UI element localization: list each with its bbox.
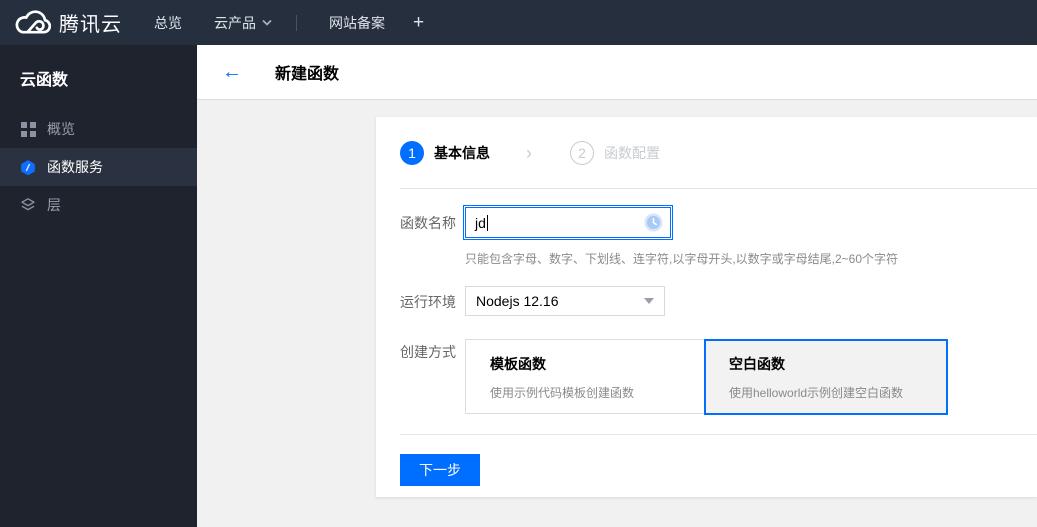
sidebar-title: 云函数	[20, 72, 69, 89]
page-title: 新建函数	[275, 66, 340, 83]
select-caret-icon	[644, 298, 654, 304]
method-description: 使用示例代码模板创建函数	[490, 386, 635, 400]
step-number-badge: 1	[400, 140, 424, 165]
step-label: 函数配置	[604, 144, 660, 161]
function-service-hexagon-icon	[20, 159, 36, 175]
step-number-badge: 2	[570, 140, 594, 165]
creation-method-options: 模板函数 使用示例代码模板创建函数 空白函数 使用helloworld示例创建空…	[465, 339, 948, 415]
method-title: 空白函数	[729, 356, 785, 372]
step-chevron-icon: ›	[526, 142, 532, 163]
function-name-label: 函数名称	[400, 215, 456, 231]
main-area: 1 基本信息 › 2 函数配置 函数名称 jd 只能包含字母、数字、下划线、连字…	[197, 100, 1037, 527]
function-name-input[interactable]: jd	[463, 205, 673, 240]
sidebar-item-label: 函数服务	[47, 159, 103, 175]
nav-item-cloud-products[interactable]: 云产品	[214, 13, 272, 33]
sidebar-item-overview[interactable]: 概览	[0, 110, 197, 148]
tencent-cloud-logo-icon	[14, 9, 51, 36]
method-card-blank-function[interactable]: 空白函数 使用helloworld示例创建空白函数	[704, 339, 948, 415]
card-footer: 下一步	[376, 435, 1037, 486]
step-function-config: 2 函数配置	[570, 140, 660, 165]
runtime-select[interactable]: Nodejs 12.16	[465, 286, 665, 316]
next-step-button[interactable]: 下一步	[400, 454, 480, 486]
step-basic-info: 1 基本信息	[400, 140, 490, 165]
step-label: 基本信息	[434, 144, 490, 161]
method-title: 模板函数	[490, 356, 546, 372]
content-header: ← 新建函数	[197, 45, 1037, 100]
nav-item-overview[interactable]: 总览	[154, 13, 182, 33]
sidebar-item-function-service[interactable]: 函数服务	[0, 148, 197, 186]
sidebar-item-label: 层	[47, 197, 61, 213]
step-wizard: 1 基本信息 › 2 函数配置	[376, 117, 1037, 188]
creation-method-label: 创建方式	[400, 344, 456, 360]
create-function-card: 1 基本信息 › 2 函数配置 函数名称 jd 只能包含字母、数字、下划线、连字…	[376, 117, 1037, 497]
method-description: 使用helloworld示例创建空白函数	[729, 386, 904, 400]
chevron-down-icon	[262, 19, 272, 26]
text-cursor	[486, 214, 488, 231]
sidebar-item-layers[interactable]: 层	[0, 186, 197, 224]
back-button[interactable]: ←	[222, 62, 242, 82]
runtime-selected-value: Nodejs 12.16	[476, 293, 559, 309]
function-name-hint: 只能包含字母、数字、下划线、连字符,以字母开头,以数字或字母结尾,2~60个字符	[465, 252, 899, 266]
basic-info-form: 函数名称 jd 只能包含字母、数字、下划线、连字符,以字母开头,以数字或字母结尾…	[376, 189, 1037, 415]
sidebar: 云函数 概览 函数服务 层	[0, 45, 197, 527]
method-card-template-function[interactable]: 模板函数 使用示例代码模板创建函数	[465, 339, 705, 414]
function-name-row: 函数名称 jd	[400, 205, 1037, 240]
runtime-label: 运行环境	[400, 294, 456, 310]
layers-icon	[20, 197, 36, 213]
function-name-value: jd	[475, 214, 486, 231]
creation-method-row: 创建方式 模板函数 使用示例代码模板创建函数 空白函数 使用helloworld…	[400, 339, 1037, 415]
sidebar-item-label: 概览	[47, 121, 75, 137]
runtime-row: 运行环境 Nodejs 12.16	[400, 286, 1037, 318]
nav-divider	[296, 14, 297, 31]
tencent-cloud-brand[interactable]: 腾讯云	[14, 8, 122, 37]
nav-item-cloud-products-label: 云产品	[214, 14, 256, 31]
add-console-tab-button[interactable]: +	[413, 12, 424, 34]
overview-grid-icon	[20, 121, 36, 137]
brand-name: 腾讯云	[59, 14, 122, 36]
top-nav-bar: 腾讯云 总览 云产品 网站备案 +	[0, 0, 1037, 45]
nav-item-icp-filing[interactable]: 网站备案	[329, 13, 385, 33]
pending-clock-icon	[644, 213, 663, 232]
